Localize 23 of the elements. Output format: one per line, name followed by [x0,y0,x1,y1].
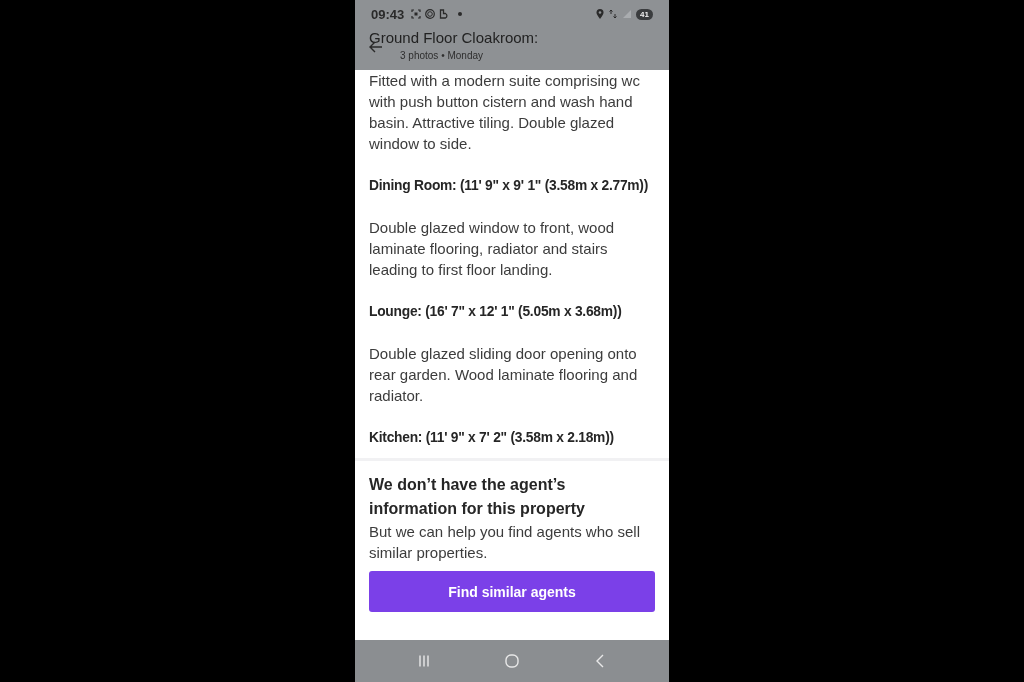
status-time: 09:43 [371,6,405,22]
battery-indicator: 41 [636,8,653,20]
notification-icon [439,9,450,19]
signal-icon [622,9,633,19]
dot-icon [458,12,463,16]
description-text: Fitted with a modern suite comprising wc with push button cistern and wash hand basin. Attractive tiling. Double glazed window to side. [369,71,641,154]
back-arrow-icon[interactable] [369,41,383,53]
mobile-data-icon [608,9,619,19]
home-icon[interactable] [505,654,519,668]
room-heading: Kitchen: (11' 9" x 7' 2" (3.58m x 2.18m)) [369,429,615,447]
photo-title: Ground Floor Cloakroom: [369,29,539,47]
agent-card-text: But we can help you find agents who sell similar properties. [369,522,641,563]
disc-icon [425,9,436,19]
location-icon [596,9,605,19]
frame-icon [411,9,422,19]
description-text: Double glazed sliding door opening onto rear garden. Wood laminate flooring and radiator. [369,344,639,406]
room-heading: Lounge: (16' 7" x 12' 1" (5.05m x 3.68m)) [369,303,623,321]
description-text: Double glazed window to front, wood laminate flooring, radiator and stairs leading to first floor landing. [369,218,616,280]
room-heading: Dining Room: (11' 9" x 9' 1" (3.58m x 2.77m)) [369,177,650,195]
agent-card-title: We don’t have the agent’s information for this property [369,475,586,519]
find-agents-button[interactable]: Find similar agents [369,571,655,612]
recent-apps-icon[interactable] [417,654,431,668]
photo-subtitle: 3 photos • Monday [400,49,483,63]
